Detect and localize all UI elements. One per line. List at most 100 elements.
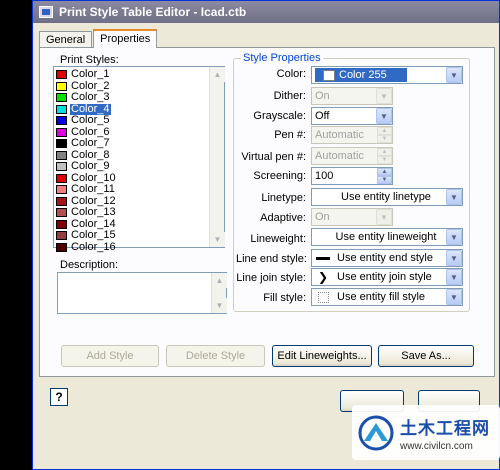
grayscale-value: Off (315, 110, 330, 122)
list-item[interactable]: Color_3 (56, 92, 206, 104)
watermark-logo-icon (358, 415, 394, 450)
chevron-down-icon[interactable]: ▼ (446, 289, 462, 305)
style-properties-title: Style Properties (241, 52, 323, 64)
color-swatch (56, 93, 67, 103)
grayscale-select[interactable]: Off ▼ (311, 107, 393, 125)
chevron-down-icon[interactable]: ▼ (446, 229, 462, 245)
help-button[interactable]: ? (50, 388, 68, 406)
scroll-down-icon[interactable]: ▼ (210, 232, 225, 247)
color-swatch (56, 81, 67, 91)
list-item-label: Color_14 (71, 217, 116, 230)
color-swatch (56, 127, 67, 137)
linetype-value: Use entity linetype (341, 191, 431, 203)
list-item-label: Color_8 (71, 148, 110, 161)
chevron-down-icon[interactable]: ▼ (376, 108, 392, 124)
spinner-icon[interactable]: ▲ ▼ (377, 168, 392, 184)
adaptive-label: Adaptive: (260, 212, 306, 224)
delete-style-button[interactable]: Delete Style (166, 345, 265, 367)
color-value: Color 255 (339, 69, 387, 81)
color-swatch (56, 139, 67, 149)
line-join-style-select[interactable]: ❯ Use entity join style ▼ (311, 268, 463, 286)
description-scrollbar[interactable]: ▲ ▼ (211, 273, 227, 313)
color-selection: Color 255 (315, 68, 407, 82)
screening-spinner[interactable]: 100 ▲ ▼ (311, 167, 393, 185)
screening-value: 100 (315, 170, 334, 182)
color-swatch (56, 173, 67, 183)
list-item-label: Color_5 (71, 114, 110, 127)
title-bar[interactable]: Print Style Table Editor - Icad.ctb (33, 1, 499, 23)
list-item[interactable]: Color_5 (56, 115, 206, 127)
window-title: Print Style Table Editor - Icad.ctb (59, 5, 247, 19)
app-icon (39, 6, 53, 18)
chevron-down-icon[interactable]: ▼ (376, 209, 392, 225)
spinner-icon[interactable]: ▲ ▼ (377, 148, 392, 164)
chevron-down-icon[interactable]: ▼ (446, 269, 462, 285)
color-swatch (56, 70, 67, 80)
dither-value: On (315, 90, 330, 102)
pen-number-spinner[interactable]: Automatic ▲ ▼ (311, 126, 393, 144)
save-as-button[interactable]: Save As... (378, 345, 474, 367)
linetype-label: Linetype: (261, 192, 306, 204)
list-item-label: Color_3 (71, 91, 110, 104)
virtual-pen-spinner[interactable]: Automatic ▲ ▼ (311, 147, 393, 165)
color-swatch (56, 116, 67, 126)
color-swatch (56, 231, 67, 241)
grayscale-label: Grayscale: (253, 110, 306, 122)
color-swatch (56, 162, 67, 172)
edit-lineweights-button[interactable]: Edit Lineweights... (272, 345, 372, 367)
dither-select[interactable]: On ▼ (311, 87, 393, 105)
list-item-label: Color_2 (71, 79, 110, 92)
chevron-down-icon[interactable]: ▼ (376, 88, 392, 104)
linetype-select[interactable]: Use entity linetype ▼ (311, 188, 463, 206)
color-swatch (56, 196, 67, 206)
list-item[interactable]: Color_13 (56, 207, 206, 219)
list-scrollbar[interactable]: ▲ ▼ (209, 67, 225, 247)
list-item[interactable]: Color_15 (56, 230, 206, 242)
line-end-icon (312, 256, 334, 260)
add-style-button[interactable]: Add Style (61, 345, 159, 367)
lineweight-label: Lineweight: (250, 233, 306, 245)
tab-properties[interactable]: Properties (93, 29, 158, 48)
list-item-label: Color_7 (71, 137, 110, 150)
tab-general[interactable]: General (39, 31, 93, 48)
spinner-icon[interactable]: ▲ ▼ (377, 127, 392, 143)
virtual-pen-label: Virtual pen #: (241, 151, 306, 163)
list-item-label: Color_4 (70, 102, 111, 115)
virtual-pen-value: Automatic (315, 150, 364, 162)
color-select[interactable]: Color 255 ▼ (311, 66, 463, 84)
fill-style-select[interactable]: Use entity fill style ▼ (311, 288, 463, 306)
line-join-style-label: Line join style: (236, 272, 306, 284)
scroll-up-icon[interactable]: ▲ (210, 67, 225, 82)
list-item[interactable]: Color_16 (56, 241, 206, 254)
list-item[interactable]: Color_7 (56, 138, 206, 150)
dither-label: Dither: (273, 90, 306, 102)
lineweight-select[interactable]: Use entity lineweight ▼ (311, 228, 463, 246)
description-label: Description: (60, 259, 119, 271)
chevron-down-icon[interactable]: ▼ (446, 67, 462, 83)
adaptive-value: On (315, 211, 330, 223)
pen-label: Pen #: (274, 129, 306, 141)
list-item[interactable]: Color_11 (56, 184, 206, 196)
list-item[interactable]: Color_9 (56, 161, 206, 173)
print-styles-label: Print Styles: (60, 54, 119, 66)
color-swatch (56, 219, 67, 229)
line-end-style-select[interactable]: Use entity end style ▼ (311, 249, 463, 267)
description-field[interactable]: ▲ ▼ (57, 272, 227, 314)
list-item-label: Color_9 (71, 160, 110, 173)
scroll-up-icon[interactable]: ▲ (212, 273, 227, 288)
color-swatch (56, 242, 67, 252)
chevron-down-icon[interactable]: ▼ (446, 250, 462, 266)
print-styles-list[interactable]: Color_1 Color_2 Color_3 Color_4 Color_5 Color… (53, 66, 225, 252)
color-swatch (56, 104, 67, 114)
color-swatch (56, 208, 67, 218)
adaptive-select[interactable]: On ▼ (311, 208, 393, 226)
scroll-down-icon[interactable]: ▼ (212, 298, 227, 313)
list-item-label: Color_13 (71, 206, 116, 219)
list-item-label: Color_12 (71, 194, 116, 207)
list-item[interactable]: Color_1 (56, 69, 206, 81)
list-item-label: Color_11 (71, 183, 115, 196)
tab-strip: General Properties (39, 29, 158, 48)
watermark-text: 土木工程网 www.civilcn.com (400, 414, 490, 452)
chevron-down-icon[interactable]: ▼ (446, 189, 462, 205)
color-swatch (56, 185, 67, 195)
